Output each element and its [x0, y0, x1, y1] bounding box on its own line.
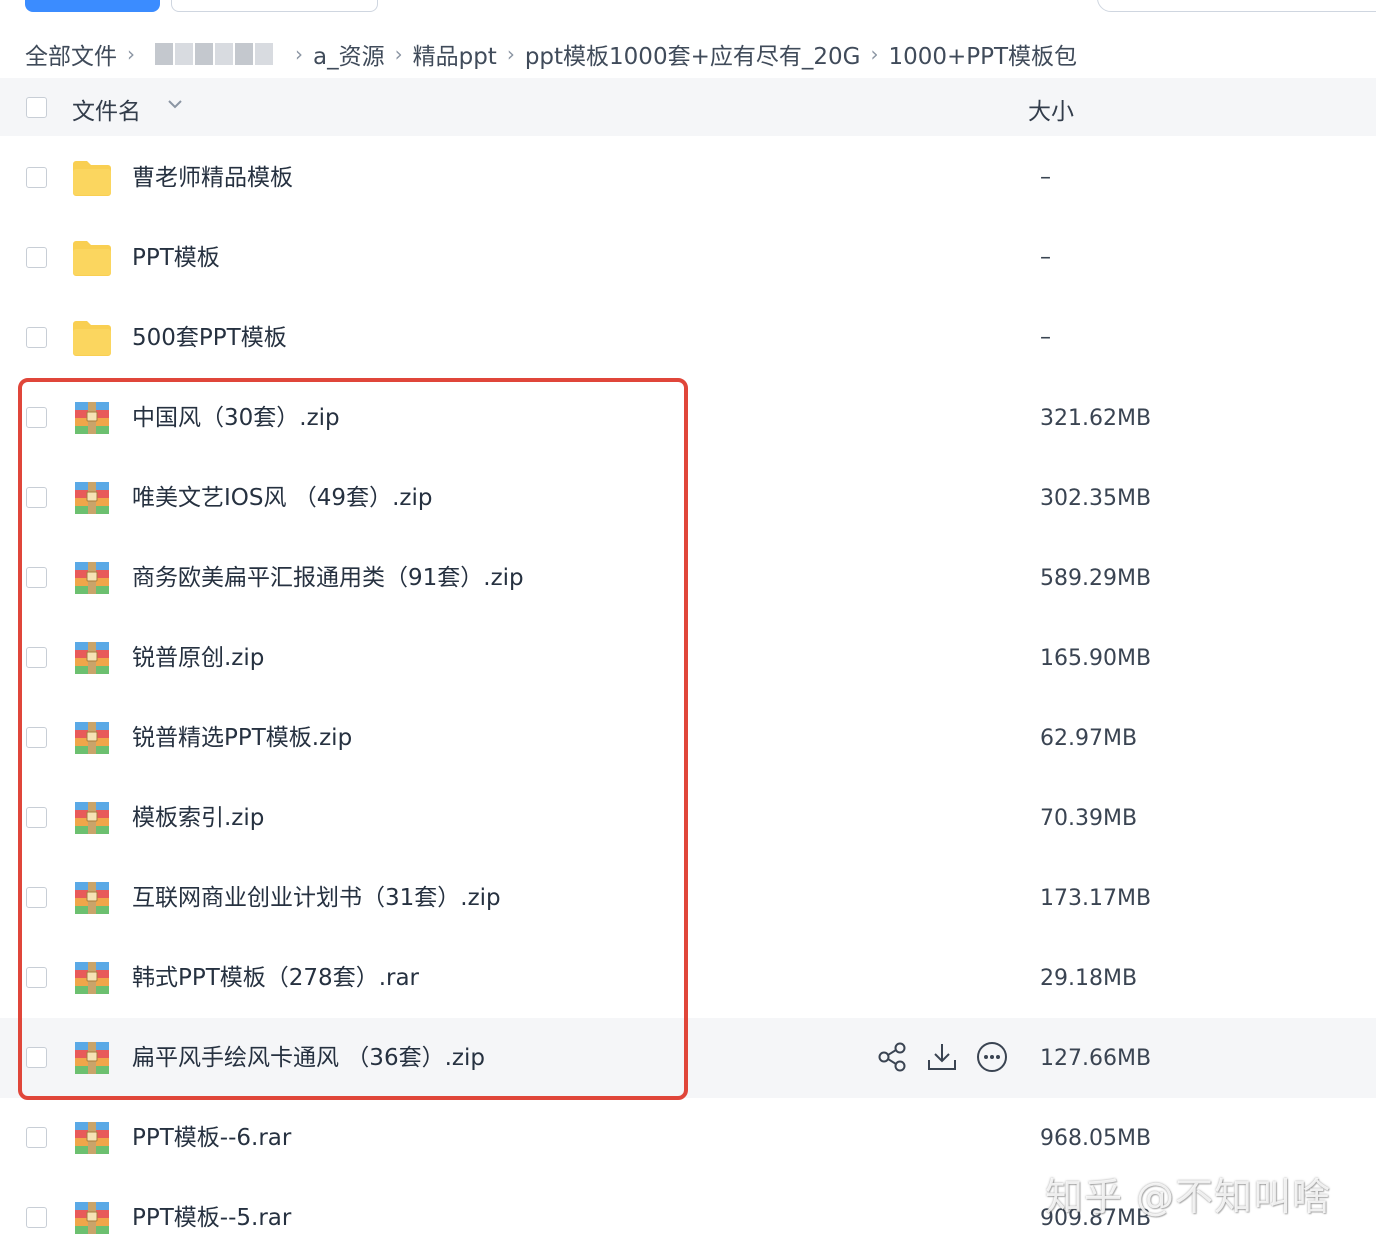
folder-icon [72, 319, 112, 357]
file-size: – [1040, 165, 1051, 190]
row-checkbox[interactable] [26, 727, 47, 748]
file-name[interactable]: 扁平风手绘风卡通风 （36套）.zip [132, 1018, 485, 1098]
row-actions [875, 1040, 1015, 1076]
file-name[interactable]: PPT模板--6.rar [132, 1098, 291, 1178]
folder-icon [72, 159, 112, 197]
chevron-right-icon: › [295, 42, 303, 66]
archive-file-icon [72, 639, 112, 677]
file-row[interactable]: PPT模板 – [0, 218, 1376, 298]
file-size: 165.90MB [1040, 646, 1152, 671]
file-size: – [1040, 245, 1051, 270]
file-size: 173.17MB [1040, 886, 1152, 911]
breadcrumb-item[interactable]: a_资源 [313, 37, 385, 71]
file-size: 302.35MB [1040, 486, 1152, 511]
file-name[interactable]: 500套PPT模板 [132, 298, 287, 378]
row-checkbox[interactable] [26, 567, 47, 588]
share-icon[interactable] [875, 1040, 909, 1074]
chevron-right-icon: › [127, 42, 135, 66]
row-checkbox[interactable] [26, 1207, 47, 1228]
row-checkbox[interactable] [26, 167, 47, 188]
file-list-header: 文件名 大小 [0, 78, 1376, 136]
breadcrumb: 全部文件 › › a_资源 › 精品ppt › ppt模板1000套+应有尽有_… [25, 36, 1077, 72]
file-row[interactable]: 曹老师精品模板 – [0, 138, 1376, 218]
file-row[interactable]: 锐普精选PPT模板.zip 62.97MB [0, 698, 1376, 778]
file-row[interactable]: 互联网商业创业计划书（31套）.zip 173.17MB [0, 858, 1376, 938]
file-size: 62.97MB [1040, 726, 1138, 751]
file-row[interactable]: 锐普原创.zip 165.90MB [0, 618, 1376, 698]
archive-file-icon [72, 719, 112, 757]
file-row[interactable]: 韩式PPT模板（278套）.rar 29.18MB [0, 938, 1376, 1018]
archive-file-icon [72, 1119, 112, 1157]
row-checkbox[interactable] [26, 487, 47, 508]
upload-button[interactable] [25, 0, 160, 12]
chevron-right-icon: › [506, 42, 515, 66]
row-checkbox[interactable] [26, 887, 47, 908]
new-folder-button[interactable] [171, 0, 378, 12]
row-checkbox[interactable] [26, 247, 47, 268]
chevron-right-icon: › [394, 42, 403, 66]
breadcrumb-root[interactable]: 全部文件 [25, 37, 117, 71]
chevron-right-icon: › [870, 42, 879, 66]
chevron-down-icon[interactable] [165, 94, 185, 114]
file-size: 321.62MB [1040, 406, 1152, 431]
blurred-path-segment [155, 43, 275, 65]
file-row[interactable]: 商务欧美扁平汇报通用类（91套）.zip 589.29MB [0, 538, 1376, 618]
download-icon[interactable] [925, 1040, 959, 1074]
file-size: 29.18MB [1040, 966, 1138, 991]
file-row[interactable]: 中国风（30套）.zip 321.62MB [0, 378, 1376, 458]
archive-file-icon [72, 879, 112, 917]
file-size: 70.39MB [1040, 806, 1138, 831]
row-checkbox[interactable] [26, 327, 47, 348]
archive-file-icon [72, 799, 112, 837]
file-name[interactable]: PPT模板 [132, 218, 220, 298]
file-name[interactable]: 锐普原创.zip [132, 618, 264, 698]
archive-file-icon [72, 479, 112, 517]
more-options-icon[interactable] [975, 1040, 1009, 1074]
file-name[interactable]: 曹老师精品模板 [132, 138, 293, 218]
archive-file-icon [72, 1039, 112, 1077]
file-name[interactable]: 模板索引.zip [132, 778, 264, 858]
file-size: – [1040, 325, 1051, 350]
file-row[interactable]: 模板索引.zip 70.39MB [0, 778, 1376, 858]
row-checkbox[interactable] [26, 1047, 47, 1068]
archive-file-icon [72, 959, 112, 997]
file-row[interactable]: 唯美文艺IOS风 （49套）.zip 302.35MB [0, 458, 1376, 538]
column-header-name[interactable]: 文件名 [72, 92, 141, 126]
row-checkbox[interactable] [26, 807, 47, 828]
file-name[interactable]: 韩式PPT模板（278套）.rar [132, 938, 419, 1018]
file-name[interactable]: 互联网商业创业计划书（31套）.zip [132, 858, 501, 938]
select-all-checkbox[interactable] [26, 97, 47, 118]
archive-file-icon [72, 399, 112, 437]
row-checkbox[interactable] [26, 647, 47, 668]
file-name[interactable]: 商务欧美扁平汇报通用类（91套）.zip [132, 538, 524, 618]
breadcrumb-item[interactable]: ppt模板1000套+应有尽有_20G [525, 37, 861, 71]
file-row[interactable]: 扁平风手绘风卡通风 （36套）.zip 127.66MB [0, 1018, 1376, 1098]
folder-icon [72, 239, 112, 277]
breadcrumb-current: 1000+PPT模板包 [888, 44, 1078, 70]
file-name[interactable]: PPT模板--5.rar [132, 1178, 291, 1258]
search-input[interactable] [1097, 0, 1376, 12]
toolbar [0, 0, 1376, 14]
row-checkbox[interactable] [26, 967, 47, 988]
archive-file-icon [72, 1199, 112, 1237]
file-size: 589.29MB [1040, 566, 1152, 591]
watermark: 知乎 @不知叫啥 [1045, 1175, 1332, 1219]
file-name[interactable]: 中国风（30套）.zip [132, 378, 340, 458]
file-size: 127.66MB [1040, 1046, 1152, 1071]
row-checkbox[interactable] [26, 1127, 47, 1148]
breadcrumb-item[interactable]: 精品ppt [413, 37, 497, 71]
file-name[interactable]: 锐普精选PPT模板.zip [132, 698, 352, 778]
column-header-size[interactable]: 大小 [1028, 92, 1074, 126]
row-checkbox[interactable] [26, 407, 47, 428]
file-row[interactable]: 500套PPT模板 – [0, 298, 1376, 378]
archive-file-icon [72, 559, 112, 597]
file-name[interactable]: 唯美文艺IOS风 （49套）.zip [132, 458, 432, 538]
